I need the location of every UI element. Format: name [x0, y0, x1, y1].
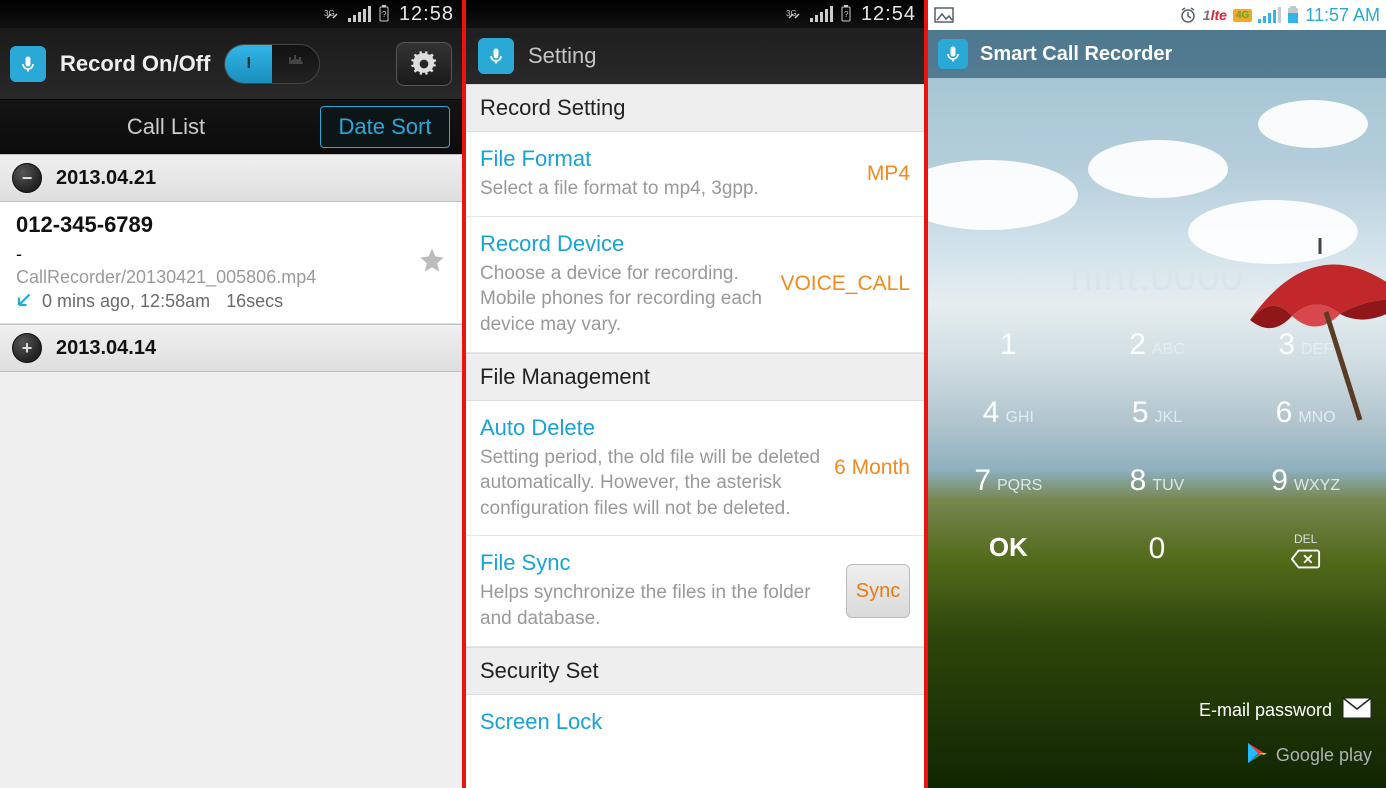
row-screen-lock[interactable]: Screen Lock — [466, 695, 924, 749]
battery-icon: ? — [839, 5, 853, 23]
clock: 12:58 — [399, 3, 454, 26]
alarm-icon — [1179, 6, 1197, 24]
toolbar: Setting — [466, 28, 924, 84]
record-toggle[interactable]: I — [224, 44, 320, 84]
screen-call-list: 3G ? 12:58 Record On/Off I — [0, 0, 462, 788]
mic-icon — [10, 46, 46, 82]
key-9[interactable]: 9WXYZ — [1231, 464, 1380, 498]
signal-icon — [348, 6, 371, 22]
key-5[interactable]: 5JKL — [1083, 396, 1232, 430]
clock: 12:54 — [861, 3, 916, 26]
timeago: 0 mins ago, 12:58am — [42, 291, 210, 312]
expand-icon[interactable]: + — [12, 333, 42, 363]
toolbar-title: Record On/Off — [60, 51, 210, 77]
duration: 16secs — [226, 291, 283, 312]
screen-lock: 1lte 4G 11:57 AM — [928, 0, 1386, 788]
row-auto-delete[interactable]: Auto Delete Setting period, the old file… — [466, 401, 924, 537]
row-file-sync: File Sync Helps synchronize the files in… — [466, 536, 924, 646]
key-delete[interactable]: DEL — [1231, 532, 1380, 570]
google-play-badge[interactable]: Google play — [1246, 741, 1372, 770]
app-title: Smart Call Recorder — [980, 43, 1172, 66]
row-record-device[interactable]: Record Device Choose a device for record… — [466, 217, 924, 353]
row-file-format[interactable]: File Format Select a file format to mp4,… — [466, 132, 924, 217]
network-3g-icon: 3G — [786, 6, 804, 22]
statusbar: 3G ? 12:58 — [0, 0, 462, 28]
signal-icon — [1258, 7, 1281, 23]
key-4[interactable]: 4GHI — [934, 396, 1083, 430]
keypad: 1 2ABC 3DEF 4GHI 5JKL 6MNO 7PQRS 8TUV 9W… — [934, 328, 1380, 570]
list-subbar: Call List Date Sort — [0, 100, 462, 154]
key-0[interactable]: 0 — [1083, 532, 1232, 570]
svg-text:?: ? — [844, 10, 849, 19]
statusbar: 3G ? 12:54 — [466, 0, 924, 28]
value-file-format: MP4 — [867, 162, 910, 186]
date-sort-button[interactable]: Date Sort — [320, 106, 450, 148]
statusbar: 1lte 4G 11:57 AM — [928, 0, 1386, 30]
group-header[interactable]: − 2013.04.21 — [0, 154, 462, 202]
key-2[interactable]: 2ABC — [1083, 328, 1232, 362]
network-3g-icon: 3G — [324, 6, 342, 22]
incoming-icon — [16, 290, 34, 313]
group-header[interactable]: + 2013.04.14 — [0, 324, 462, 372]
section-file: File Management — [466, 353, 924, 401]
toolbar-title: Setting — [528, 43, 597, 69]
key-8[interactable]: 8TUV — [1083, 464, 1232, 498]
key-1[interactable]: 1 — [934, 328, 1083, 362]
section-security: Security Set — [466, 647, 924, 695]
call-groups: − 2013.04.21 012-345-6789 - CallRecorder… — [0, 154, 462, 788]
clock: 11:57 AM — [1305, 5, 1380, 26]
key-ok[interactable]: OK — [934, 532, 1083, 570]
battery-icon — [1287, 6, 1299, 24]
phone-number: 012-345-6789 — [16, 212, 418, 238]
screen-settings: 3G ? 12:54 Setting Record Setting File F… — [466, 0, 924, 788]
value-record-device: VOICE_CALL — [780, 272, 910, 296]
call-row[interactable]: 012-345-6789 - CallRecorder/20130421_005… — [0, 202, 462, 324]
fourg-icon: 4G — [1233, 9, 1252, 22]
sync-button[interactable]: Sync — [846, 564, 910, 618]
mic-icon — [478, 38, 514, 74]
file-path: CallRecorder/20130421_005806.mp4 — [16, 267, 418, 288]
value-auto-delete: 6 Month — [834, 456, 910, 480]
hint-text: hint:0000 — [928, 255, 1386, 300]
email-password-link[interactable]: E-mail password — [1199, 697, 1372, 724]
signal-icon — [810, 6, 833, 22]
svg-text:?: ? — [382, 10, 387, 19]
app-header: Smart Call Recorder — [928, 30, 1386, 78]
battery-icon: ? — [377, 5, 391, 23]
star-button[interactable] — [418, 246, 446, 279]
key-6[interactable]: 6MNO — [1231, 396, 1380, 430]
call-list-header: Call List — [12, 114, 320, 140]
key-7[interactable]: 7PQRS — [934, 464, 1083, 498]
mail-icon — [1342, 697, 1372, 724]
mic-icon — [938, 39, 968, 69]
collapse-icon[interactable]: − — [12, 163, 42, 193]
key-3[interactable]: 3DEF — [1231, 328, 1380, 362]
play-icon — [1246, 741, 1268, 770]
picture-icon — [934, 7, 954, 23]
section-record: Record Setting — [466, 84, 924, 132]
lte-icon: 1lte — [1203, 7, 1227, 23]
settings-button[interactable] — [396, 42, 452, 86]
toolbar: Record On/Off I — [0, 28, 462, 100]
